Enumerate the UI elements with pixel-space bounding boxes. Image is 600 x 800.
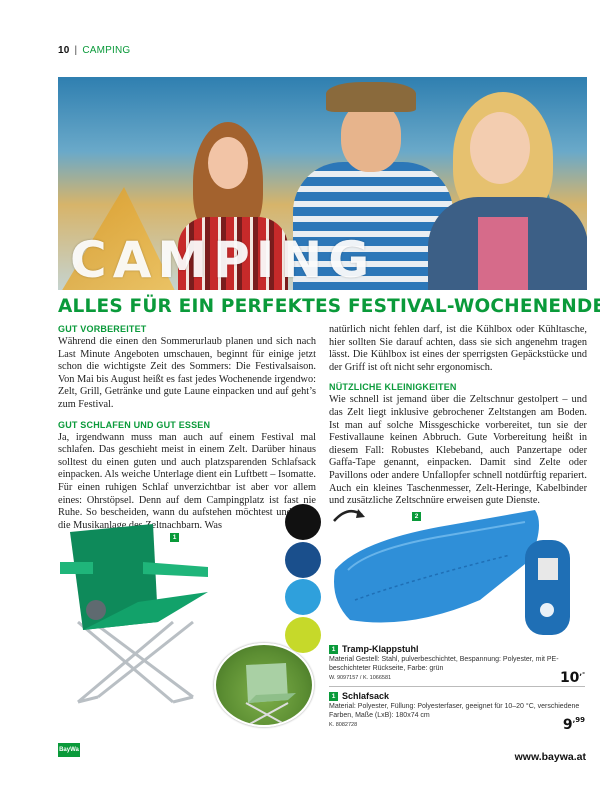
person-top: [478, 217, 528, 290]
color-swatch-navy[interactable]: [285, 541, 321, 578]
hero-title: CAMPING: [70, 231, 376, 289]
product-price: 9,99: [562, 716, 585, 733]
product-number-badge: 2: [412, 512, 421, 521]
section-text: Ja, irgendwann muss man auch auf einem F…: [58, 431, 316, 531]
product-description: Material: Polyester, Füllung: Polyesterf…: [329, 703, 580, 719]
product-info-chair: 1 Tramp-Klappstuhl Material Gestell: Sta…: [329, 644, 585, 686]
product-code: K. 8082728: [329, 722, 358, 729]
price-main: 10: [559, 670, 580, 686]
sleeping-bag-image: [334, 510, 570, 635]
page-header: 10 | CAMPING: [58, 45, 130, 56]
section-text: natürlich nicht fehlen darf, ist die Küh…: [329, 324, 587, 373]
person-face: [470, 112, 530, 184]
section-heading: NÜTZLICHE KLEINIGKEITEN: [329, 382, 457, 393]
footer-url[interactable]: www.baywa.at: [515, 751, 586, 763]
color-swatch-black[interactable]: [285, 504, 321, 540]
section-label: CAMPING: [82, 45, 131, 56]
article-headline: ALLES FÜR EIN PERFEKTES FESTIVAL-WOCHENE…: [58, 296, 600, 317]
baywa-logo: BayWa: [58, 743, 80, 757]
product-code: W. 9097157 / K. 1066581: [329, 675, 392, 682]
color-swatch-lime[interactable]: [285, 616, 321, 653]
section-text: Wie schnell ist jemand über die Zeltschn…: [329, 394, 587, 507]
section-text: Während die einen den Sommerurlaub plane…: [58, 336, 316, 410]
product-description: Material Gestell: Stahl, pulverbeschicht…: [329, 656, 559, 672]
color-swatches: [285, 504, 323, 654]
person-face: [208, 137, 248, 189]
chair-lifestyle-photo: [214, 643, 314, 727]
product-number-badge: 1: [329, 691, 338, 701]
section-heading: GUT SCHLAFEN UND GUT ESSEN: [58, 419, 211, 430]
chair-inset-image: [245, 663, 296, 725]
page-number: 10: [58, 45, 70, 56]
product-price: 10,-: [559, 669, 585, 686]
color-swatch-blue[interactable]: [285, 579, 321, 615]
product-info-sleeping-bag: 1 Schlafsack Material: Polyester, Füllun…: [329, 691, 585, 733]
product-name-row: 1 Tramp-Klappstuhl: [329, 644, 585, 654]
price-cents: ,99: [572, 716, 585, 724]
person-hat: [326, 82, 416, 112]
price-main: 9: [562, 717, 573, 733]
product-number-badge: 1: [170, 533, 179, 542]
article-column-right: natürlich nicht fehlen darf, ist die Küh…: [329, 324, 587, 516]
section-heading: GUT VORBEREITET: [58, 324, 147, 334]
product-name: Schlafsack: [342, 691, 390, 701]
article-column-left: GUT VORBEREITET Während die einen den So…: [58, 324, 316, 540]
header-separator: |: [74, 45, 78, 56]
product-name: Tramp-Klappstuhl: [342, 644, 419, 654]
product-name-row: 1 Schlafsack: [329, 691, 585, 701]
product-divider: [329, 686, 585, 687]
person-face: [341, 102, 401, 172]
hero-photo: CAMPING: [58, 77, 587, 290]
price-cents: ,-: [579, 669, 585, 677]
folding-chair-image: [60, 524, 208, 704]
product-number-badge: 1: [329, 644, 338, 654]
